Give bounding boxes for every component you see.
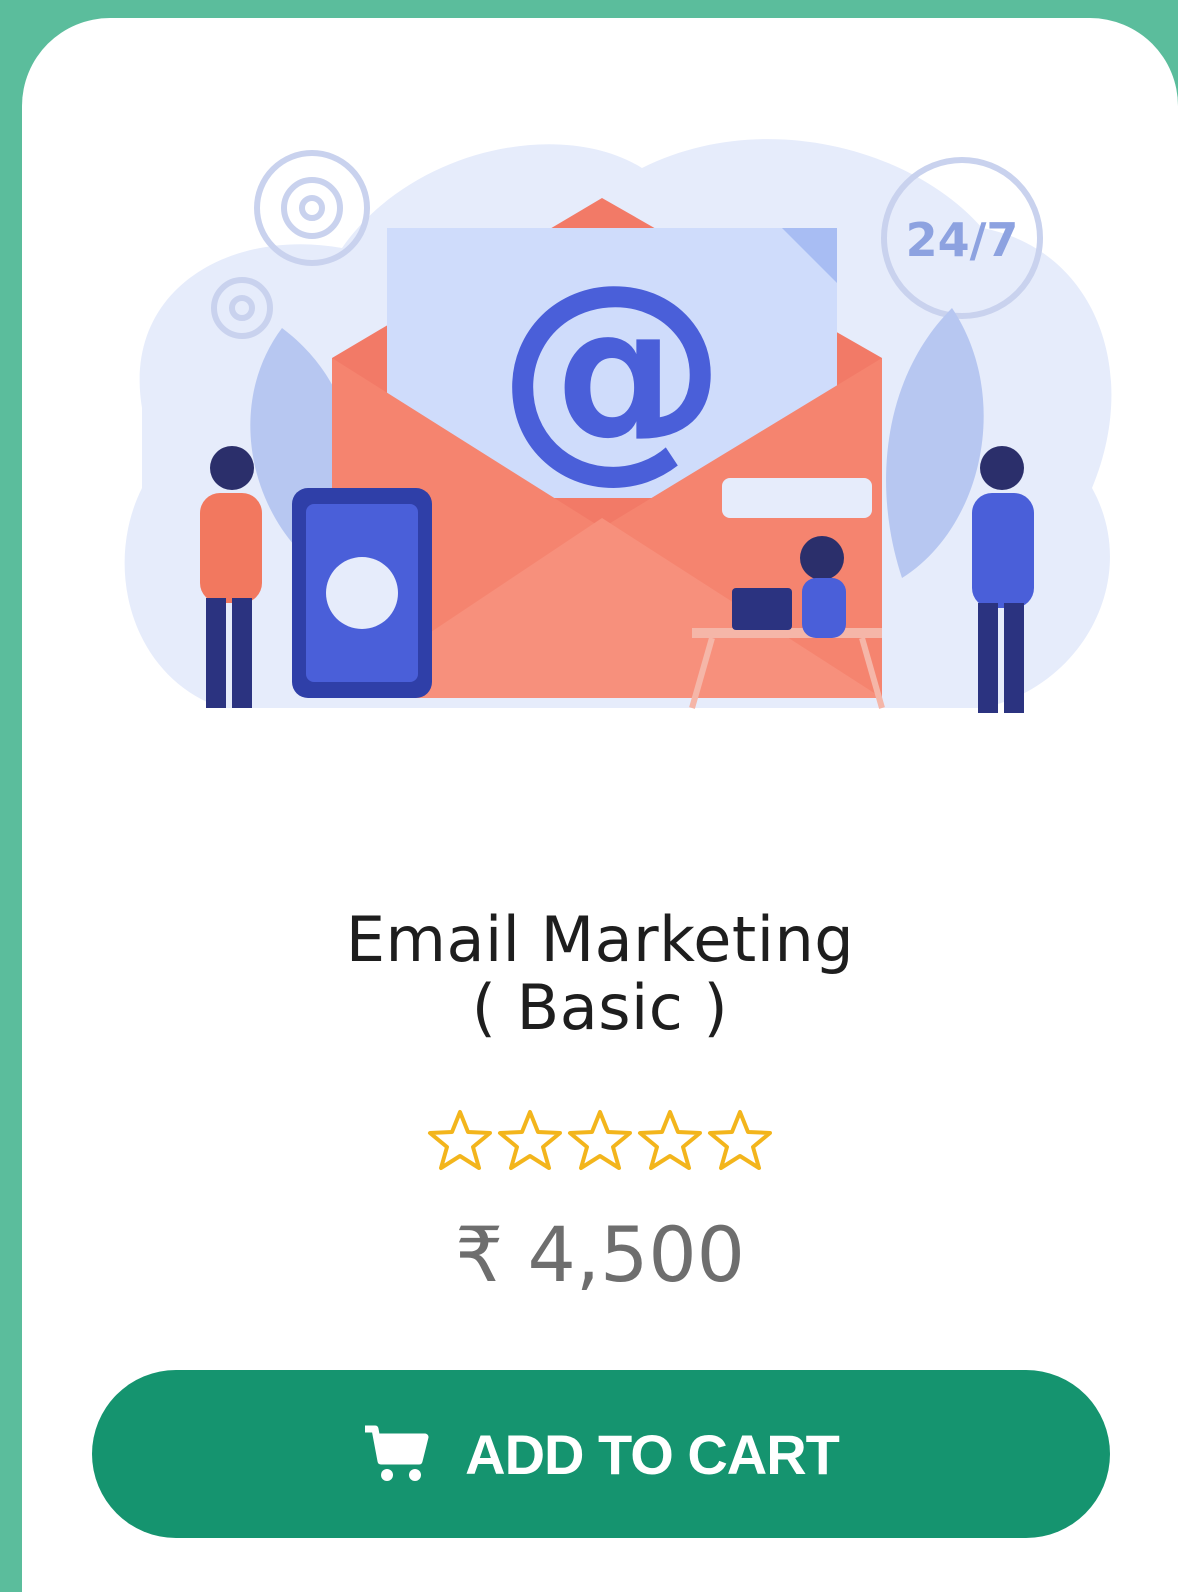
- star-icon[interactable]: [706, 1108, 774, 1172]
- star-icon[interactable]: [636, 1108, 704, 1172]
- product-title-line1: Email Marketing: [345, 903, 855, 976]
- svg-text:24/7: 24/7: [906, 213, 1019, 267]
- add-to-cart-label: ADD TO CART: [465, 1422, 840, 1486]
- add-to-cart-button[interactable]: ADD TO CART: [92, 1370, 1110, 1538]
- shopping-cart-icon: [363, 1425, 429, 1483]
- product-price: ₹ 4,500: [454, 1210, 746, 1299]
- email-marketing-illustration: 24/7 @: [82, 108, 1132, 748]
- star-icon[interactable]: [566, 1108, 634, 1172]
- product-title-line2: ( Basic ): [471, 971, 729, 1044]
- rating-stars: [22, 1108, 1178, 1172]
- product-card: 24/7 @ Email Marketing (Basic) ₹ 4,500…: [22, 18, 1178, 1592]
- product-title: Email Marketing ( Basic ): [22, 906, 1178, 1042]
- star-icon[interactable]: [426, 1108, 494, 1172]
- svg-text:@: @: [497, 236, 727, 503]
- star-icon[interactable]: [496, 1108, 564, 1172]
